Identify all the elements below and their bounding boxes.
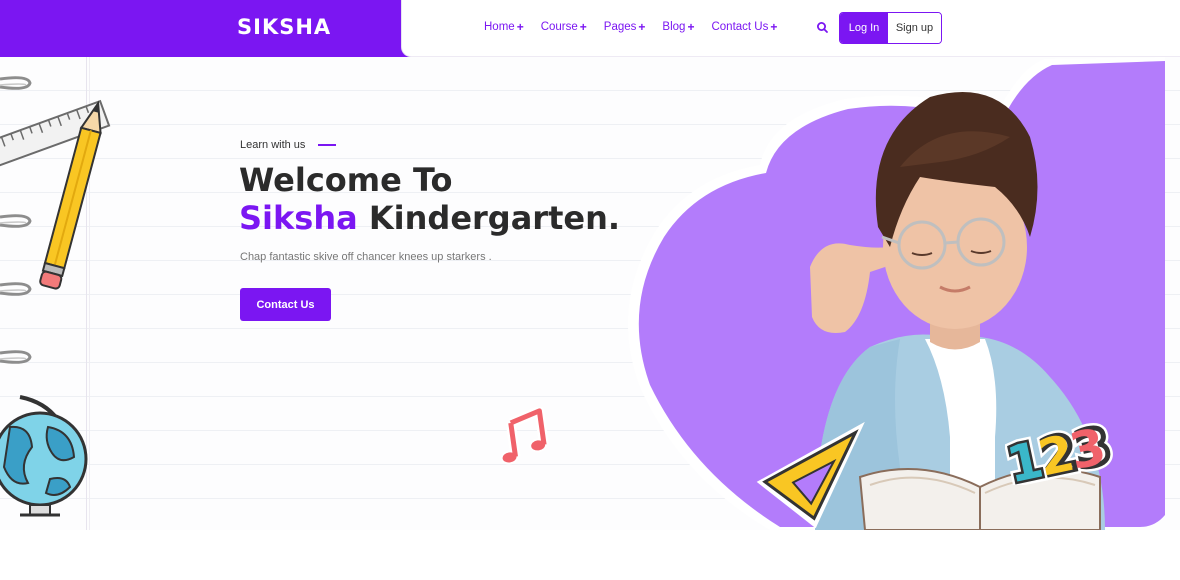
auth-group: Log In Sign up (839, 12, 942, 44)
signup-button[interactable]: Sign up (888, 13, 941, 43)
brand-logo[interactable]: SIKSHA (237, 15, 331, 39)
plus-icon: + (770, 20, 778, 34)
plus-icon: + (638, 20, 646, 34)
hero-subtitle: Chap fantastic skive off chancer knees u… (240, 251, 492, 263)
title-line1: Welcome To (239, 161, 453, 199)
contact-us-button[interactable]: Contact Us (240, 288, 331, 321)
login-button[interactable]: Log In (840, 13, 888, 43)
nav-item-pages[interactable]: Pages + (604, 20, 646, 34)
nav-item-contact-us[interactable]: Contact Us + (711, 20, 777, 34)
nav-item-home[interactable]: Home + (484, 20, 524, 34)
plus-icon: + (516, 20, 524, 34)
title-accent: Siksha (239, 199, 358, 237)
music-note-icon (500, 407, 550, 465)
title-rest: Kindergarten. (357, 199, 621, 237)
logo-bar: SIKSHA (0, 0, 412, 57)
tagline-dash (318, 144, 337, 146)
hero-section: Learn with us Welcome To Siksha Kinderga… (0, 57, 1180, 530)
hero-tagline: Learn with us (240, 139, 337, 151)
plus-icon: + (579, 20, 587, 34)
pencil-ruler-icon (0, 99, 111, 290)
tagline-text: Learn with us (240, 139, 306, 151)
search-icon[interactable] (815, 20, 831, 36)
hero-title: Welcome To Siksha Kindergarten. (239, 161, 620, 237)
numbers-sticker-icon: 123 123 1 2 3 (997, 411, 1145, 499)
nav-item-course[interactable]: Course + (541, 20, 587, 34)
plus-icon: + (687, 20, 695, 34)
nav-item-blog[interactable]: Blog + (662, 20, 694, 34)
globe-icon (0, 395, 88, 517)
main-nav: Home + Course + Pages + Blog + Contact Us + (484, 20, 777, 34)
